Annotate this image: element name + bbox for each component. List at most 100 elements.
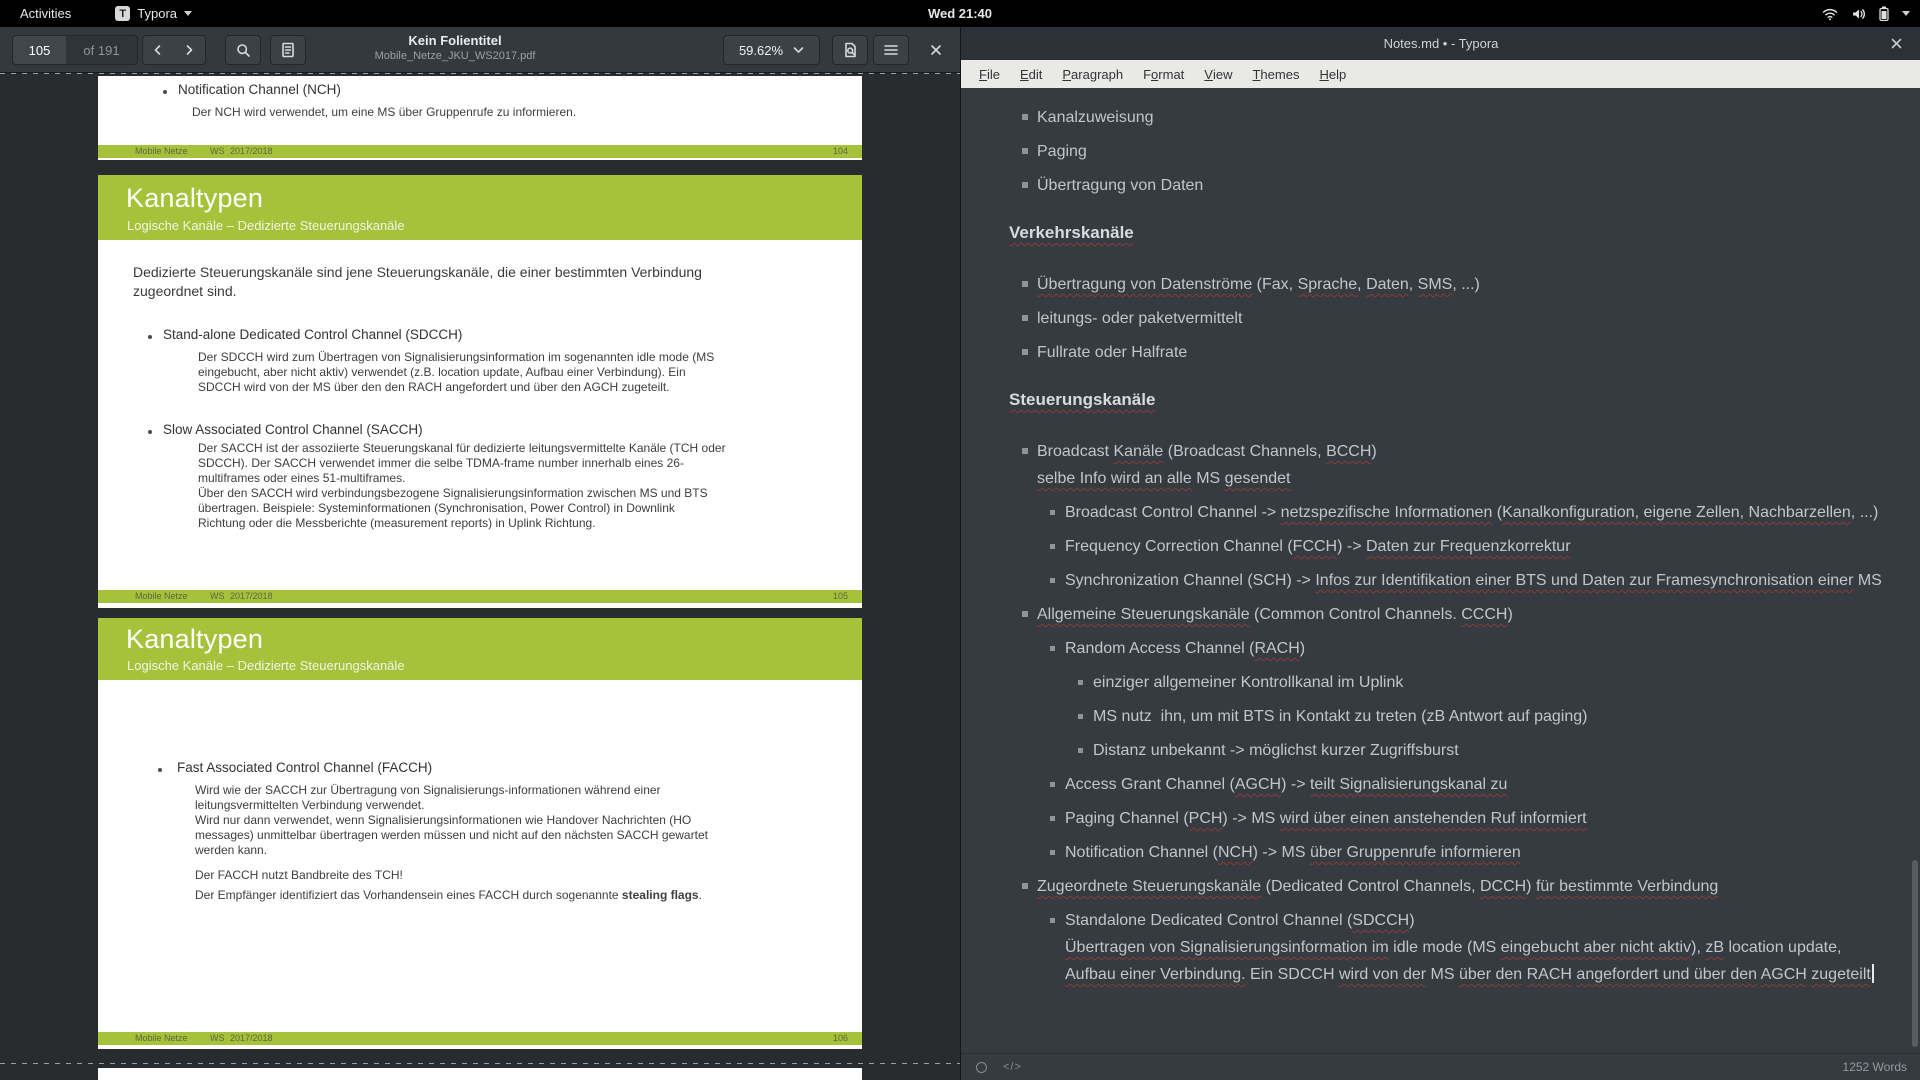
markdown-list-item[interactable]: Übertragung von Datenströme (Fax, Sprach… xyxy=(1037,271,1480,298)
footer-year: 2017/2018 xyxy=(230,1033,273,1043)
markdown-list-item[interactable]: Frequency Correction Channel (FCCH) -> D… xyxy=(1065,533,1571,560)
slide-title: Kanaltypen xyxy=(126,183,263,214)
search-button[interactable] xyxy=(225,35,261,65)
markdown-list-item[interactable]: Broadcast Kanäle (Broadcast Channels, BC… xyxy=(1037,438,1377,492)
footer-term: WS xyxy=(210,591,225,601)
wifi-icon xyxy=(1822,7,1838,21)
markdown-list-item[interactable]: Standalone Dedicated Control Channel (SD… xyxy=(1065,907,1874,988)
chevron-down-icon xyxy=(1902,11,1910,16)
previous-page-button[interactable] xyxy=(142,35,174,65)
outline-circle-icon[interactable] xyxy=(976,1062,987,1073)
markdown-heading[interactable]: Verkehrskanäle xyxy=(1009,221,1134,245)
next-page-button[interactable] xyxy=(173,35,206,65)
source-code-mode-icon[interactable]: </> xyxy=(1003,1061,1022,1073)
markdown-list-item[interactable]: Allgemeine Steuerungskanäle (Common Cont… xyxy=(1037,601,1513,628)
slide-subtitle: Logische Kanäle – Dedizierte Steuerungsk… xyxy=(127,218,405,233)
menu-help[interactable]: Help xyxy=(1309,60,1356,88)
bullet-square-icon xyxy=(1050,816,1055,821)
editor-scrollbar-thumb[interactable] xyxy=(1912,860,1918,1047)
hamburger-menu-button[interactable] xyxy=(873,35,909,65)
pdf-scroll-area[interactable]: Notification Channel (NCH) Der NCH wird … xyxy=(0,73,960,1080)
markdown-list-item[interactable]: einziger allgemeiner Kontrollkanal im Up… xyxy=(1093,669,1403,696)
footer-course: Mobile Netze xyxy=(135,591,188,601)
typora-statusbar: </> 1252 Words xyxy=(961,1053,1920,1080)
scroll-undershoot-bottom xyxy=(0,1063,960,1064)
close-icon xyxy=(1891,38,1902,49)
bullet-square-icon xyxy=(1022,182,1028,188)
bullet-square-icon xyxy=(1050,918,1055,923)
zoom-level-dropdown[interactable]: 59.62% xyxy=(723,35,820,65)
slide-paragraph: Der Empfänger identifiziert das Vorhande… xyxy=(195,888,702,903)
menu-view[interactable]: View xyxy=(1194,60,1242,88)
page-zoom-icon xyxy=(843,42,858,58)
markdown-list-item[interactable]: Paging Channel (PCH) -> MS wird über ein… xyxy=(1065,805,1587,832)
bullet-square-icon xyxy=(1050,578,1055,583)
markdown-list-item[interactable]: Distanz unbekannt -> möglichst kurzer Zu… xyxy=(1093,737,1459,764)
bullet-square-icon xyxy=(1022,349,1028,355)
markdown-list-item[interactable]: Fullrate oder Halfrate xyxy=(1037,339,1187,366)
slide-bullet-body: Der SACCH ist der assoziierte Steuerungs… xyxy=(198,441,726,531)
zoom-level-value: 59.62% xyxy=(739,43,783,58)
markdown-editor[interactable]: Kanalzuweisung Paging Übertragung von Date… xyxy=(961,88,1920,1053)
typora-close-button[interactable] xyxy=(1883,27,1909,60)
scroll-undershoot-top xyxy=(0,73,960,74)
typora-window: Notes.md • - Typora FileEditParagraphFor… xyxy=(960,27,1920,1080)
markdown-list-item[interactable]: Zugeordnete Steuerungskanäle (Dedicated … xyxy=(1037,873,1718,900)
markdown-list-item[interactable]: MS nutz ihn, um mit BTS in Kontakt zu tr… xyxy=(1093,703,1587,730)
bullet-square-icon xyxy=(1050,646,1055,651)
bullet-square-icon xyxy=(1050,510,1055,515)
markdown-heading[interactable]: Steuerungskanäle xyxy=(1009,388,1155,412)
bullet-icon xyxy=(163,90,167,94)
slide-bullet-body: Der SDCCH wird zum Übertragen von Signal… xyxy=(198,350,714,395)
clock[interactable]: Wed 21:40 xyxy=(0,6,1920,21)
chevron-left-icon xyxy=(152,44,164,56)
slide-title: Kanaltypen xyxy=(126,624,263,655)
footer-page-number: 106 xyxy=(833,1033,848,1043)
page-number-input[interactable]: 105 xyxy=(12,35,67,65)
pdf-toolbar: 105 of 191 Kein Folientitel Mobile_Netze… xyxy=(0,27,960,73)
word-count[interactable]: 1252 Words xyxy=(1843,1060,1907,1074)
typora-menubar: FileEditParagraphFormatViewThemesHelp xyxy=(961,60,1920,88)
slide-intro: Dedizierte Steuerungskanäle sind jene St… xyxy=(133,263,702,301)
slide-footer: Mobile Netze WS 2017/2018 105 xyxy=(98,590,862,603)
markdown-list-item[interactable]: leitungs- oder paketvermittelt xyxy=(1037,305,1242,332)
menu-format[interactable]: Format xyxy=(1133,60,1194,88)
bullet-square-icon xyxy=(1022,281,1028,287)
pdf-page-104: Notification Channel (NCH) Der NCH wird … xyxy=(98,76,862,160)
bullet-square-icon xyxy=(1050,544,1055,549)
menu-themes[interactable]: Themes xyxy=(1242,60,1309,88)
bullet-square-icon xyxy=(1050,782,1055,787)
markdown-list-item[interactable]: Übertragung von Daten xyxy=(1037,172,1203,199)
markdown-list-item[interactable]: Random Access Channel (RACH) xyxy=(1065,635,1305,662)
hamburger-menu-icon xyxy=(884,44,898,56)
bullet-icon xyxy=(158,768,162,772)
system-tray[interactable] xyxy=(1822,0,1910,27)
typora-titlebar[interactable]: Notes.md • - Typora xyxy=(961,27,1920,60)
bullet-square-icon xyxy=(1078,714,1083,719)
bullet-square-icon xyxy=(1022,148,1028,154)
menu-edit[interactable]: Edit xyxy=(1010,60,1052,88)
close-icon xyxy=(930,44,942,56)
fit-page-button[interactable] xyxy=(832,35,868,65)
menu-file[interactable]: File xyxy=(969,60,1010,88)
markdown-list-item[interactable]: Kanalzuweisung xyxy=(1037,104,1154,131)
typora-window-title: Notes.md • - Typora xyxy=(1384,36,1499,51)
bullet-square-icon xyxy=(1022,448,1028,454)
chevron-down-icon xyxy=(793,46,804,54)
markdown-list-item[interactable]: Notification Channel (NCH) -> MS über Gr… xyxy=(1065,839,1521,866)
markdown-list-item[interactable]: Paging xyxy=(1037,138,1087,165)
slide-header: Kanaltypen Logische Kanäle – Dedizierte … xyxy=(98,175,862,240)
sidebar-toggle-button[interactable] xyxy=(270,35,306,65)
slide-bullet-body: Der NCH wird verwendet, um eine MS über … xyxy=(192,105,576,120)
bullet-square-icon xyxy=(1078,748,1083,753)
markdown-list-item[interactable]: Synchronization Channel (SCH) -> Infos z… xyxy=(1065,567,1882,594)
footer-term: WS xyxy=(210,1033,225,1043)
slide-bullet-title: Slow Associated Control Channel (SACCH) xyxy=(163,422,423,437)
slide-bullet-title: Notification Channel (NCH) xyxy=(178,82,341,97)
markdown-list-item[interactable]: Broadcast Control Channel -> netzspezifi… xyxy=(1065,499,1878,526)
slide-footer: Mobile Netze WS 2017/2018 106 xyxy=(98,1032,862,1045)
menu-paragraph[interactable]: Paragraph xyxy=(1052,60,1133,88)
markdown-list-item[interactable]: Access Grant Channel (AGCH) -> teilt Sig… xyxy=(1065,771,1507,798)
chevron-right-icon xyxy=(183,44,195,56)
pdf-close-button[interactable] xyxy=(920,35,952,65)
